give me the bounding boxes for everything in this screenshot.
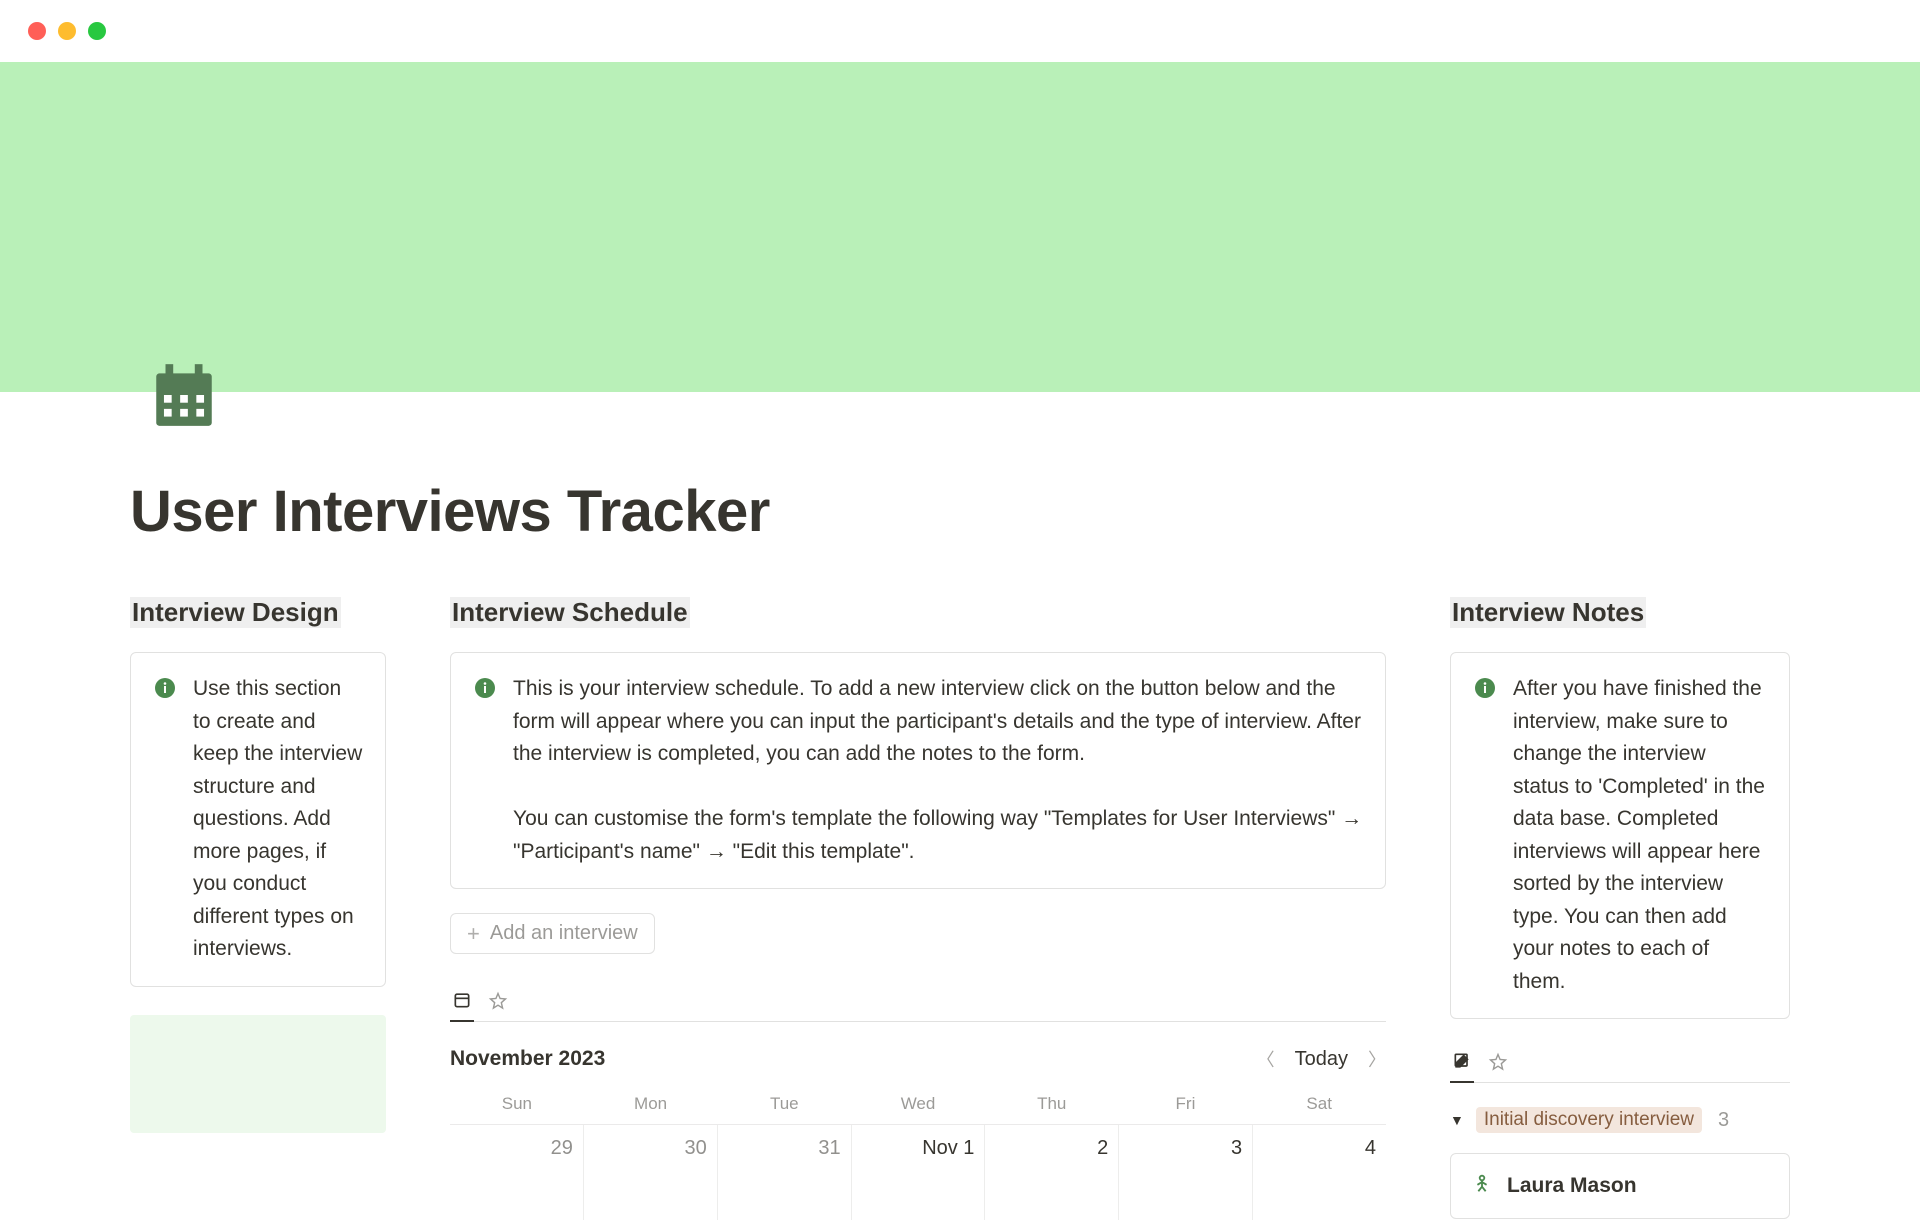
heading-interview-notes[interactable]: Interview Notes bbox=[1450, 597, 1646, 628]
info-icon bbox=[153, 676, 177, 700]
subpage-card[interactable] bbox=[130, 1015, 386, 1133]
add-interview-button[interactable]: + Add an interview bbox=[450, 913, 655, 954]
callout-notes-text: After you have finished the interview, m… bbox=[1513, 673, 1767, 998]
column-interview-schedule: Interview Schedule This is your intervie… bbox=[450, 597, 1386, 1220]
window-controls bbox=[0, 0, 1920, 62]
note-item-name: Laura Mason bbox=[1507, 1174, 1637, 1198]
notes-view-tabs bbox=[1450, 1047, 1790, 1083]
heading-interview-design[interactable]: Interview Design bbox=[130, 597, 341, 628]
calendar-today-button[interactable]: Today bbox=[1295, 1048, 1348, 1071]
info-icon bbox=[1473, 676, 1497, 700]
weekday-label: Fri bbox=[1119, 1094, 1253, 1114]
maximize-window-icon[interactable] bbox=[88, 22, 106, 40]
calendar-date-cell[interactable]: Nov 1 bbox=[852, 1125, 986, 1220]
note-list-item[interactable]: Laura Mason bbox=[1450, 1153, 1790, 1219]
weekday-label: Mon bbox=[584, 1094, 718, 1114]
tab-calendar-view[interactable] bbox=[450, 984, 474, 1022]
callout-design[interactable]: Use this section to create and keep the … bbox=[130, 652, 386, 987]
calendar-icon bbox=[452, 990, 472, 1010]
minimize-window-icon[interactable] bbox=[58, 22, 76, 40]
weekday-label: Sun bbox=[450, 1094, 584, 1114]
info-icon bbox=[473, 676, 497, 700]
edit-icon bbox=[1452, 1051, 1472, 1071]
calendar-date-cell[interactable]: 2 bbox=[985, 1125, 1119, 1220]
calendar-date-cell[interactable]: 4 bbox=[1253, 1125, 1386, 1220]
page-cover[interactable] bbox=[0, 62, 1920, 392]
person-icon bbox=[1471, 1172, 1493, 1200]
plus-icon: + bbox=[467, 923, 480, 945]
calendar-next-icon[interactable]: 〉 bbox=[1368, 1046, 1386, 1072]
close-window-icon[interactable] bbox=[28, 22, 46, 40]
calendar-prev-icon[interactable]: 〈 bbox=[1257, 1046, 1275, 1072]
page-title[interactable]: User Interviews Tracker bbox=[130, 478, 1790, 545]
star-icon bbox=[488, 991, 508, 1011]
calendar-date-cell[interactable]: 31 bbox=[718, 1125, 852, 1220]
column-interview-design: Interview Design Use this section to cre… bbox=[130, 597, 386, 1133]
calendar-header: November 2023 〈 Today 〉 bbox=[450, 1046, 1386, 1072]
group-count: 3 bbox=[1718, 1109, 1729, 1132]
calendar-date-cell[interactable]: 3 bbox=[1119, 1125, 1253, 1220]
disclosure-icon[interactable]: ▼ bbox=[1450, 1112, 1464, 1128]
page-icon[interactable] bbox=[145, 358, 223, 432]
callout-design-text: Use this section to create and keep the … bbox=[193, 673, 363, 966]
star-icon bbox=[1488, 1052, 1508, 1072]
column-interview-notes: Interview Notes After you have finished … bbox=[1450, 597, 1790, 1219]
tab-edit-view[interactable] bbox=[1450, 1047, 1474, 1083]
group-tag[interactable]: Initial discovery interview bbox=[1476, 1107, 1702, 1133]
calendar-date-cell[interactable]: 29 bbox=[450, 1125, 584, 1220]
weekday-label: Tue bbox=[717, 1094, 851, 1114]
callout-notes[interactable]: After you have finished the interview, m… bbox=[1450, 652, 1790, 1019]
tab-favorite[interactable] bbox=[1486, 1047, 1510, 1082]
weekday-label: Wed bbox=[851, 1094, 985, 1114]
callout-schedule-text: This is your interview schedule. To add … bbox=[513, 673, 1363, 868]
calendar-dates-row: 29 30 31 Nov 1 2 3 4 bbox=[450, 1124, 1386, 1220]
heading-interview-schedule[interactable]: Interview Schedule bbox=[450, 597, 690, 628]
weekday-label: Thu bbox=[985, 1094, 1119, 1114]
calendar-date-cell[interactable]: 30 bbox=[584, 1125, 718, 1220]
weekday-label: Sat bbox=[1252, 1094, 1386, 1114]
callout-schedule[interactable]: This is your interview schedule. To add … bbox=[450, 652, 1386, 889]
notes-group-row[interactable]: ▼ Initial discovery interview 3 bbox=[1450, 1107, 1790, 1133]
tab-favorite[interactable] bbox=[486, 984, 510, 1021]
database-view-tabs bbox=[450, 984, 1386, 1022]
calendar-month[interactable]: November 2023 bbox=[450, 1047, 605, 1071]
calendar-weekdays: Sun Mon Tue Wed Thu Fri Sat bbox=[450, 1094, 1386, 1114]
add-interview-label: Add an interview bbox=[490, 922, 638, 945]
